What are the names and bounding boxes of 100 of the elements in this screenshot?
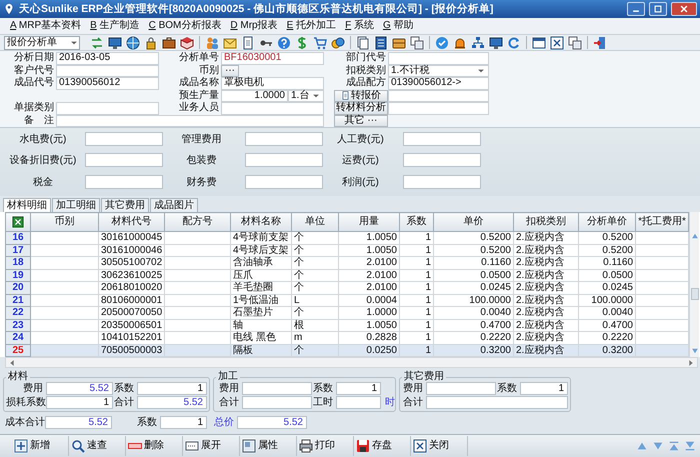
table-row[interactable]: 23 20350006501 轴 根 1.0050 1 0.4700 2.应税内含 0.4700: [6, 319, 688, 332]
input-field[interactable]: 2016-03-05: [56, 52, 159, 64]
ledger-icon[interactable]: [374, 36, 388, 50]
input-field[interactable]: 5.52: [46, 382, 113, 395]
scroll-down-icon[interactable]: [690, 347, 698, 355]
row-number[interactable]: 18: [6, 256, 30, 269]
window-icon[interactable]: [532, 36, 546, 50]
toolbar-button[interactable]: 展开: [183, 436, 240, 456]
close-icon[interactable]: [550, 36, 564, 50]
lock-icon[interactable]: [144, 36, 158, 50]
input-field[interactable]: [56, 64, 159, 77]
close-button[interactable]: [671, 2, 697, 16]
tab[interactable]: 加工明细: [52, 198, 100, 212]
input-field[interactable]: 1: [336, 382, 381, 395]
toolbar-button[interactable]: 新增: [12, 436, 69, 456]
minimize-button[interactable]: [627, 2, 645, 16]
input-field[interactable]: [245, 153, 323, 167]
column-header[interactable]: 配方号: [164, 212, 230, 232]
toolbar-button[interactable]: 删除: [126, 436, 183, 456]
input-field[interactable]: [403, 175, 481, 189]
input-field[interactable]: 5.52: [237, 416, 307, 429]
column-header[interactable]: 币别: [30, 212, 98, 232]
input-field[interactable]: 1: [137, 382, 207, 395]
input-field[interactable]: [403, 132, 481, 146]
scrollbar-thumb[interactable]: [690, 288, 698, 300]
check-icon[interactable]: [435, 36, 449, 50]
toolbar-button[interactable]: 属性: [240, 436, 297, 456]
coins-icon[interactable]: [331, 36, 345, 50]
column-header[interactable]: 系数: [400, 212, 434, 232]
bell-icon[interactable]: [453, 36, 467, 50]
input-field[interactable]: [242, 382, 312, 395]
action-button[interactable]: 转材料分析: [334, 102, 388, 114]
box-icon[interactable]: [392, 36, 406, 50]
column-header[interactable]: 用量: [338, 212, 400, 232]
action-button[interactable]: 其它 ···: [334, 114, 388, 127]
menu-item[interactable]: F 系统: [345, 20, 374, 32]
input-field[interactable]: [85, 153, 163, 167]
input-field[interactable]: 罩极电机: [221, 77, 324, 90]
input-field[interactable]: [221, 102, 324, 114]
tree-icon[interactable]: [471, 36, 485, 50]
input-field[interactable]: [403, 153, 481, 167]
toolbar-button[interactable]: 存盘: [354, 436, 411, 456]
table-row[interactable]: 20 20618010020 羊毛垫圈 个 2.0100 1 0.0245 2.应税内含 0.0245: [6, 282, 688, 294]
spreadsheet-icon[interactable]: [12, 216, 24, 228]
document-icon[interactable]: [241, 36, 255, 50]
monitor-icon[interactable]: [489, 36, 503, 50]
column-header[interactable]: *托工费用*: [636, 212, 688, 232]
envelope-icon[interactable]: [223, 36, 237, 50]
top-arrow-icon[interactable]: [668, 440, 680, 452]
horizontal-scrollbar[interactable]: [5, 357, 698, 368]
menu-item[interactable]: C BOM分析报表: [148, 20, 222, 32]
menu-item[interactable]: D Mrp报表: [230, 20, 278, 32]
input-field[interactable]: 1: [46, 396, 113, 409]
tab[interactable]: 其它费用: [101, 198, 149, 212]
quantity-field[interactable]: 1.0000: [221, 90, 288, 102]
input-field[interactable]: 5.52: [137, 396, 207, 409]
input-field[interactable]: [336, 396, 381, 409]
input-field[interactable]: BF16030001: [221, 52, 324, 64]
table-row[interactable]: 18 30505100702 含油轴承 个 2.0100 1 0.1160 2.应税内含 0.1160: [6, 256, 688, 269]
input-field[interactable]: [245, 132, 323, 146]
input-field[interactable]: 01390056012->: [388, 77, 489, 90]
column-header[interactable]: 材料代号: [98, 212, 164, 232]
row-number[interactable]: 19: [6, 269, 30, 282]
cart-icon[interactable]: [313, 36, 327, 50]
table-row[interactable]: 17 30161000046 4号球后支架 个 1.0050 1 0.5200 2.应税内含 0.5200: [6, 244, 688, 256]
column-header[interactable]: 分析单价: [578, 212, 636, 232]
copy-icon[interactable]: [568, 36, 582, 50]
people-icon[interactable]: [205, 36, 219, 50]
pages-icon[interactable]: [356, 36, 370, 50]
menu-item[interactable]: B 生产制造: [90, 20, 140, 32]
input-field[interactable]: [56, 114, 324, 127]
row-number[interactable]: 25: [6, 344, 30, 356]
row-number[interactable]: 22: [6, 306, 30, 319]
input-field[interactable]: [388, 102, 489, 114]
browse-button[interactable]: ···: [221, 64, 239, 77]
input-field[interactable]: 1: [160, 416, 207, 429]
table-row[interactable]: 24 10410152201 电线 黑色 m 0.2828 1 0.2220 2.应税内含 0.2220: [6, 332, 688, 344]
row-number[interactable]: 24: [6, 332, 30, 344]
column-header[interactable]: 材料名称: [230, 212, 292, 232]
exit-icon[interactable]: [593, 36, 607, 50]
table-row[interactable]: 22 20500070050 石墨垫片 个 1.0000 1 0.0040 2.应税内含 0.0040: [6, 306, 688, 319]
dollar-icon[interactable]: [295, 36, 309, 50]
maximize-button[interactable]: [649, 2, 667, 16]
column-header[interactable]: 单价: [434, 212, 514, 232]
input-field[interactable]: [56, 102, 159, 114]
input-field[interactable]: [388, 90, 489, 102]
monitor-icon[interactable]: [108, 36, 122, 50]
unit-select[interactable]: 1.台: [288, 90, 324, 102]
refresh-icon[interactable]: [507, 36, 521, 50]
input-field[interactable]: [426, 396, 568, 409]
menu-item[interactable]: A MRP基本资料: [10, 20, 82, 32]
toolbar-button[interactable]: 打印: [297, 436, 354, 456]
select-field[interactable]: 1.不计税: [388, 64, 489, 77]
document-type-select[interactable]: 报价分析单: [4, 36, 80, 50]
table-row[interactable]: 16 30161000045 4号球前支架 个 1.0050 1 0.5200 2.应税内含 0.5200: [6, 232, 688, 244]
globe-icon[interactable]: [126, 36, 140, 50]
row-number[interactable]: 17: [6, 244, 30, 256]
down-arrow-icon[interactable]: [652, 440, 664, 452]
input-field[interactable]: [242, 396, 312, 409]
input-field[interactable]: 01390056012: [56, 77, 159, 90]
